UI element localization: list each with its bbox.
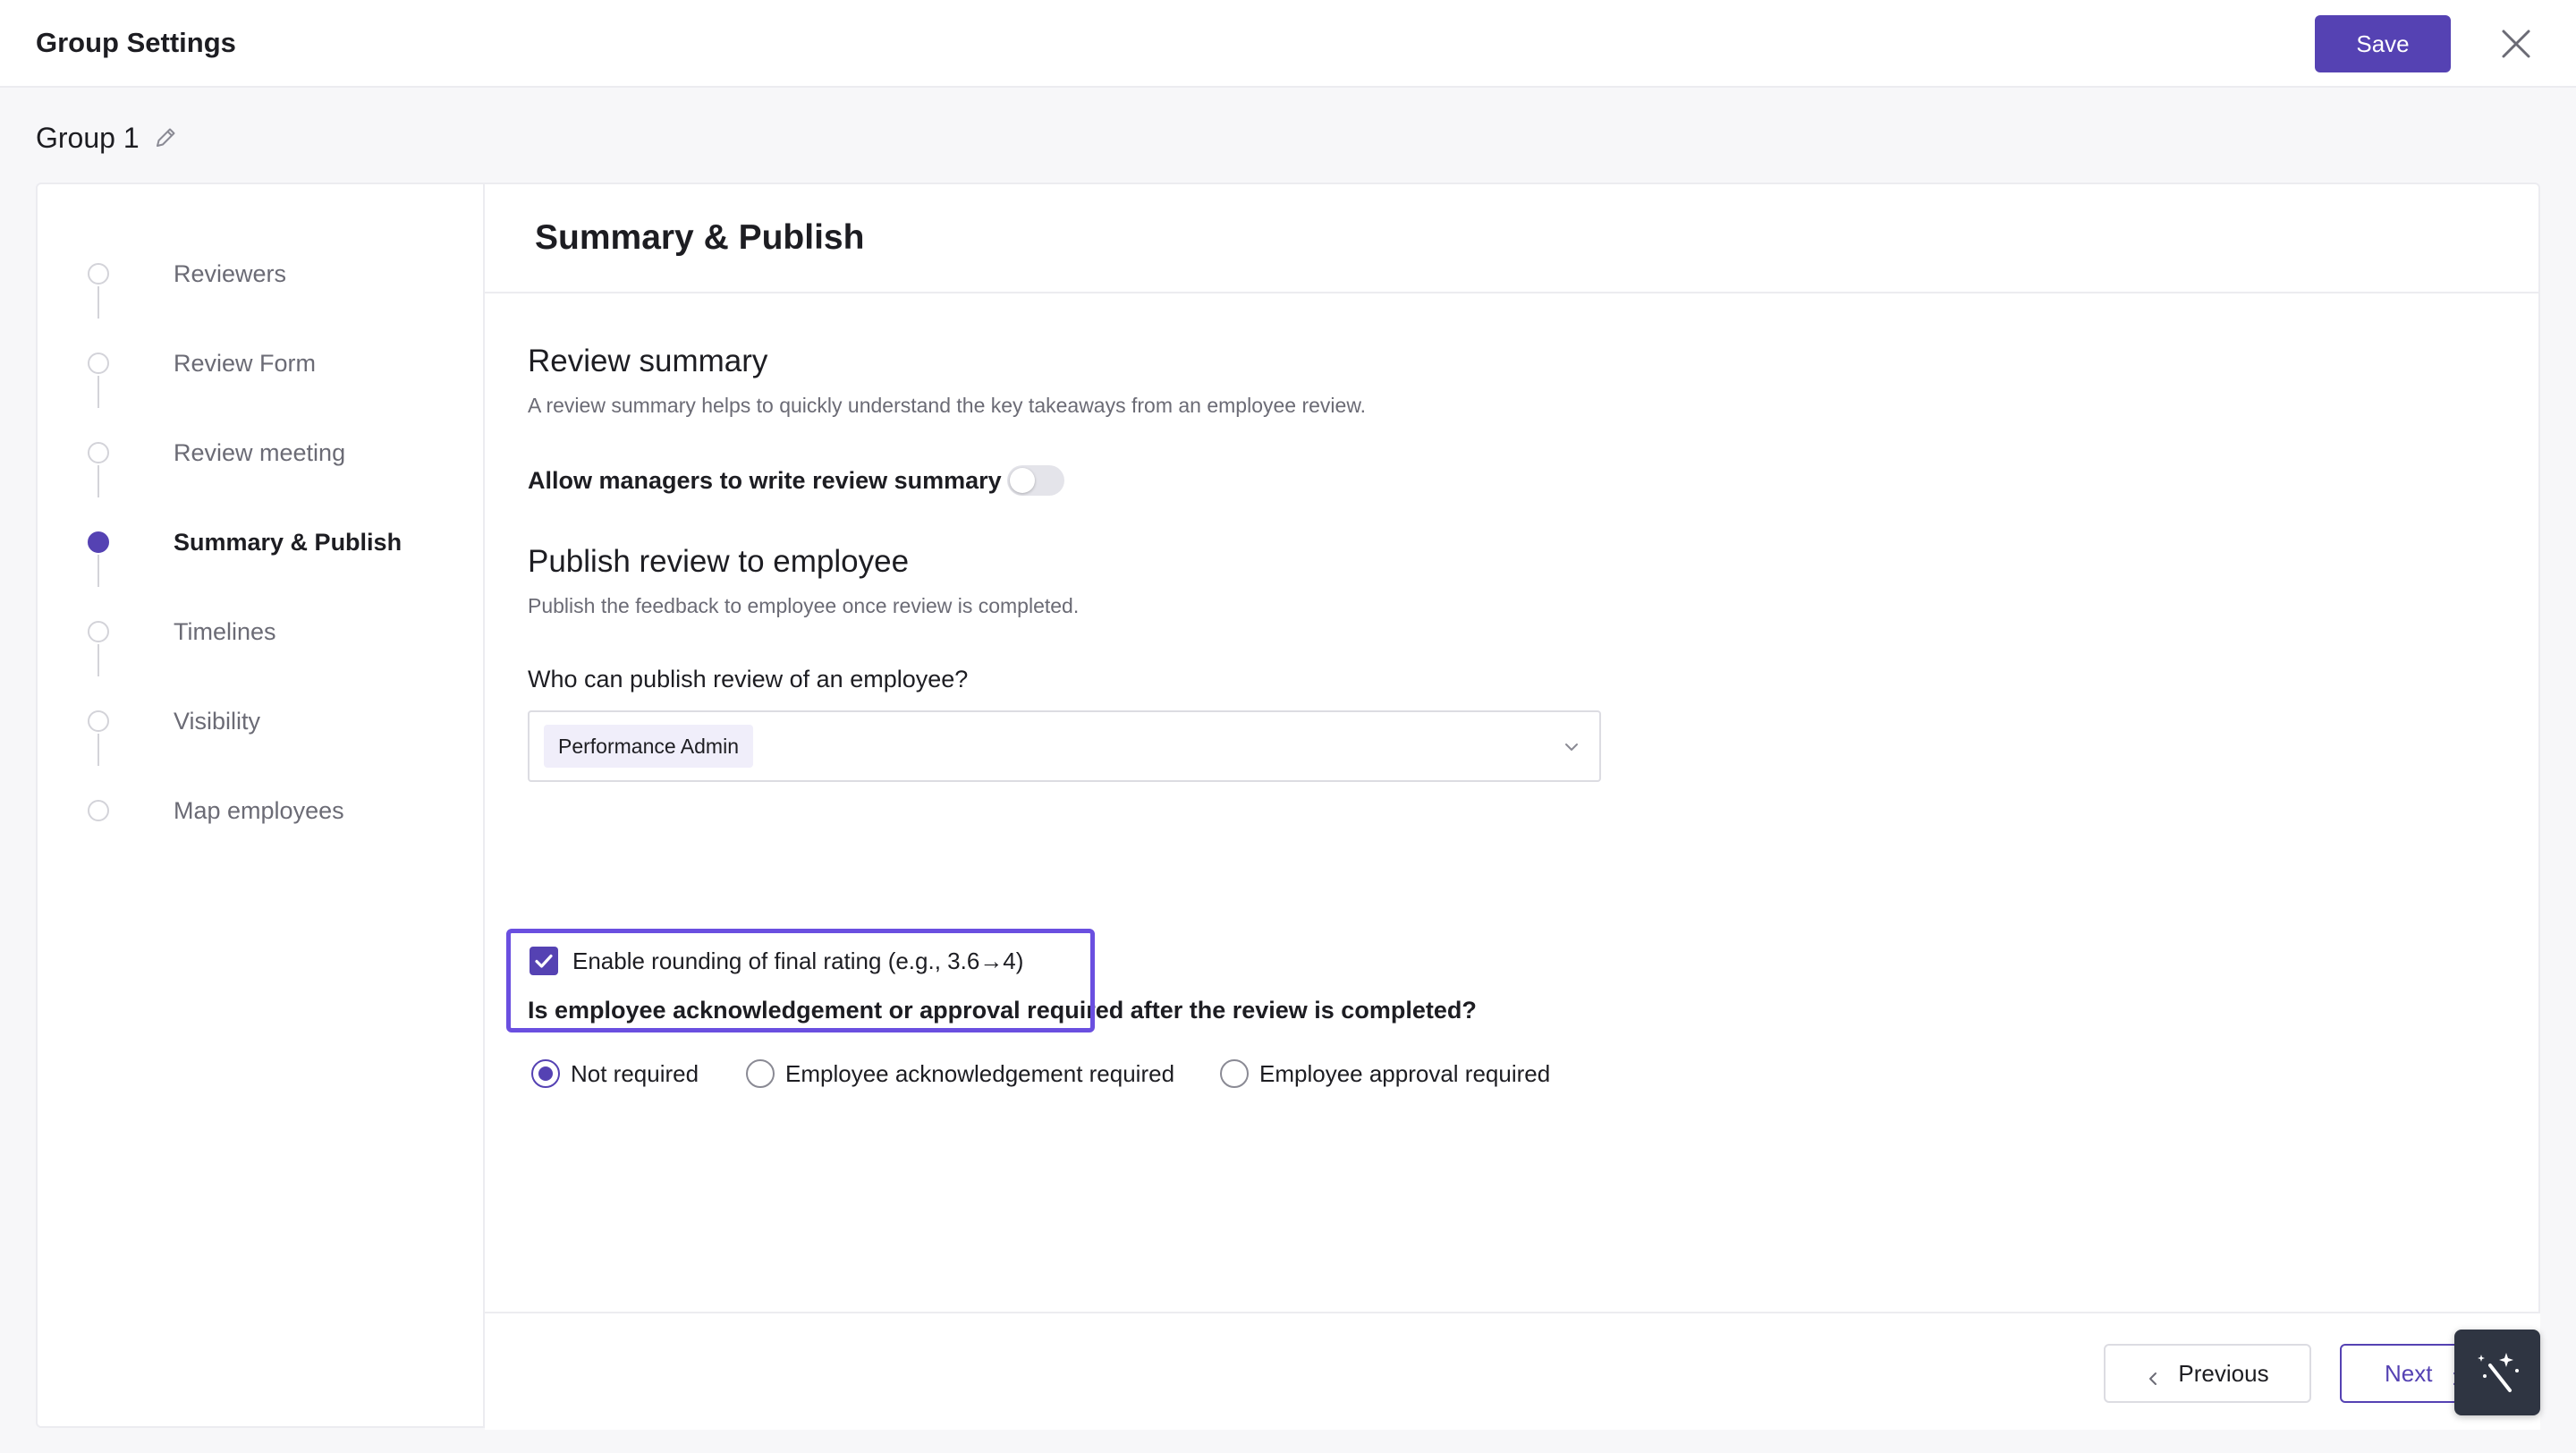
step-label: Review meeting	[174, 438, 346, 466]
toggle-knob	[1010, 468, 1035, 493]
review-summary-toggle-label: Allow managers to write review summary	[528, 467, 1002, 494]
radio-label: Employee acknowledgement required	[785, 1059, 1175, 1087]
step-dot	[88, 263, 109, 285]
step-label: Summary & Publish	[174, 528, 402, 556]
selected-chip: Performance Admin	[544, 725, 753, 768]
close-icon[interactable]	[2496, 23, 2537, 64]
radio-not-required[interactable]: Not required	[531, 1056, 699, 1092]
review-summary-toggle[interactable]	[1007, 465, 1064, 496]
step-dot-active	[88, 531, 109, 553]
group-name: Group 1	[36, 121, 140, 154]
content-area: Summary & Publish Review summary A revie…	[485, 184, 2540, 1430]
settings-panel: Reviewers Review Form Review meeting Sum…	[36, 183, 2540, 1430]
review-summary-description: A review summary helps to quickly unders…	[528, 394, 1367, 417]
magic-wand-icon[interactable]	[2454, 1330, 2540, 1415]
step-map-employees[interactable]: Map employees	[88, 793, 344, 828]
radio-label: Not required	[571, 1059, 699, 1087]
group-name-row: Group 1	[36, 118, 179, 157]
rounding-checkbox-label: Enable rounding of final rating (e.g., 3…	[572, 947, 1024, 974]
step-label: Reviewers	[174, 259, 287, 287]
save-button[interactable]: Save	[2315, 15, 2451, 72]
step-connector	[97, 465, 99, 497]
previous-label: Previous	[2178, 1359, 2269, 1387]
rounding-checkbox[interactable]	[530, 947, 558, 975]
step-dot	[88, 800, 109, 821]
publisher-select[interactable]: Performance Admin	[528, 710, 1601, 782]
footer-bar: Previous Next	[485, 1312, 2540, 1430]
step-label: Timelines	[174, 617, 276, 645]
highlight-outline	[506, 929, 1095, 1032]
content-header: Summary & Publish	[485, 184, 2540, 293]
step-connector	[97, 376, 99, 408]
radio-label: Employee approval required	[1259, 1059, 1551, 1087]
step-label: Visibility	[174, 707, 261, 735]
step-dot	[88, 710, 109, 732]
previous-button[interactable]: Previous	[2104, 1344, 2311, 1403]
publish-heading: Publish review to employee	[528, 544, 910, 579]
page-title: Group Settings	[36, 27, 236, 58]
who-can-publish-label: Who can publish review of an employee?	[528, 666, 969, 693]
section-page-title: Summary & Publish	[535, 218, 865, 257]
step-connector	[97, 286, 99, 319]
top-bar: Group Settings Save	[0, 0, 2576, 88]
step-connector	[97, 644, 99, 676]
chevron-left-icon	[2146, 1365, 2162, 1385]
radio-button[interactable]	[746, 1059, 775, 1088]
chevron-down-icon	[1562, 737, 1581, 757]
radio-approval-required[interactable]: Employee approval required	[1220, 1056, 1550, 1092]
radio-acknowledgement-required[interactable]: Employee acknowledgement required	[746, 1056, 1174, 1092]
next-label: Next	[2385, 1359, 2433, 1387]
step-connector	[97, 555, 99, 587]
stepper-sidebar: Reviewers Review Form Review meeting Sum…	[38, 184, 485, 1426]
step-connector	[97, 734, 99, 766]
radio-button[interactable]	[1220, 1059, 1249, 1088]
step-dot	[88, 621, 109, 642]
step-label: Map employees	[174, 796, 344, 824]
publish-description: Publish the feedback to employee once re…	[528, 594, 1080, 617]
step-dot	[88, 442, 109, 463]
step-dot	[88, 353, 109, 374]
pencil-icon[interactable]	[152, 124, 179, 151]
review-summary-heading: Review summary	[528, 344, 768, 378]
step-label: Review Form	[174, 349, 317, 377]
radio-button[interactable]	[531, 1059, 560, 1088]
